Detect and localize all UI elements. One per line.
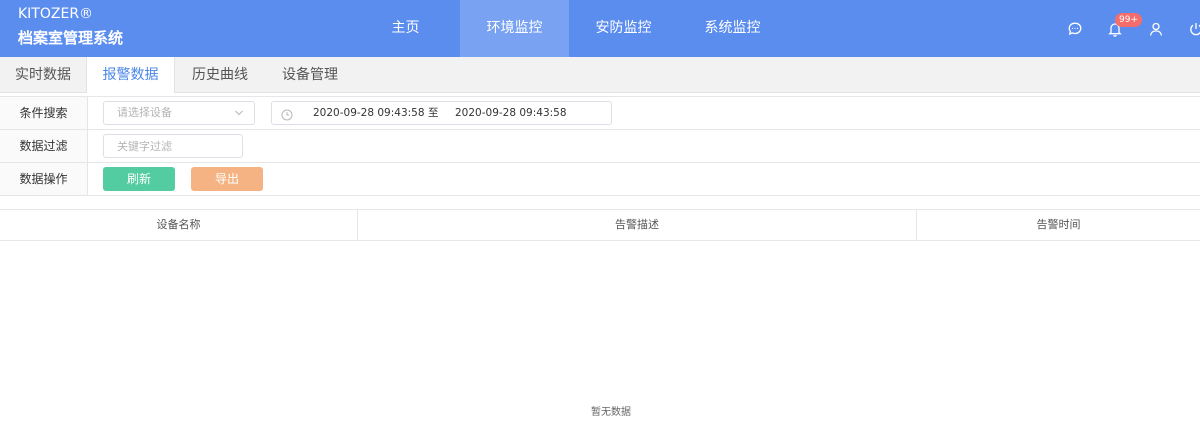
search-label: 条件搜索 [0, 97, 88, 129]
brand-name: KITOZER® [18, 6, 94, 22]
device-select-placeholder: 请选择设备 [117, 106, 172, 119]
brand: KITOZER® 档案室管理系统 [18, 6, 123, 48]
nav-item-home[interactable]: 主页 [351, 0, 460, 57]
date-end[interactable]: 2020-09-28 09:43:58 [455, 102, 567, 124]
filter-row-search: 条件搜索 请选择设备 2020-09-28 09:43:58 至 2020-09… [0, 97, 1200, 130]
chevron-down-icon [234, 102, 244, 132]
main-nav: 主页 环境监控 安防监控 系统监控 [351, 0, 787, 57]
column-header-device-name[interactable]: 设备名称 [0, 210, 358, 240]
tab-realtime-data[interactable]: 实时数据 [0, 57, 86, 93]
sub-tabs: 实时数据 报警数据 历史曲线 设备管理 [0, 57, 1200, 93]
ops-label: 数据操作 [0, 163, 88, 195]
filter-label: 数据过滤 [0, 130, 88, 162]
date-start[interactable]: 2020-09-28 09:43:58 [313, 102, 425, 124]
device-select[interactable]: 请选择设备 [103, 101, 255, 125]
notification-badge: 99+ [1115, 13, 1142, 27]
alarm-table: 设备名称 告警描述 告警时间 暂无数据 [0, 209, 1200, 432]
user-icon[interactable] [1148, 21, 1164, 37]
empty-table-text: 暂无数据 [591, 407, 631, 418]
export-button[interactable]: 导出 [191, 167, 263, 191]
clock-icon [281, 107, 293, 121]
top-header: KITOZER® 档案室管理系统 主页 环境监控 安防监控 系统监控 99+ [0, 0, 1200, 57]
filter-row-keyword: 数据过滤 [0, 130, 1200, 163]
chat-bubble-icon[interactable] [1067, 21, 1083, 37]
filter-row-ops: 数据操作 刷新 导出 [0, 163, 1200, 196]
refresh-button[interactable]: 刷新 [103, 167, 175, 191]
nav-item-security[interactable]: 安防监控 [569, 0, 678, 57]
date-separator: 至 [428, 107, 439, 119]
column-header-alarm-time[interactable]: 告警时间 [917, 210, 1200, 240]
nav-item-system[interactable]: 系统监控 [678, 0, 787, 57]
filter-panel: 条件搜索 请选择设备 2020-09-28 09:43:58 至 2020-09… [0, 96, 1200, 196]
power-icon[interactable] [1188, 21, 1200, 37]
tab-device-management[interactable]: 设备管理 [265, 57, 355, 93]
nav-item-environment[interactable]: 环境监控 [460, 0, 569, 57]
brand-subtitle: 档案室管理系统 [18, 29, 124, 47]
table-header: 设备名称 告警描述 告警时间 [0, 210, 1200, 241]
date-range-picker[interactable]: 2020-09-28 09:43:58 至 2020-09-28 09:43:5… [271, 101, 612, 125]
keyword-filter-input[interactable] [103, 134, 243, 158]
column-header-alarm-description[interactable]: 告警描述 [358, 210, 917, 240]
tab-alarm-data[interactable]: 报警数据 [86, 57, 175, 93]
tab-history-curve[interactable]: 历史曲线 [175, 57, 265, 93]
